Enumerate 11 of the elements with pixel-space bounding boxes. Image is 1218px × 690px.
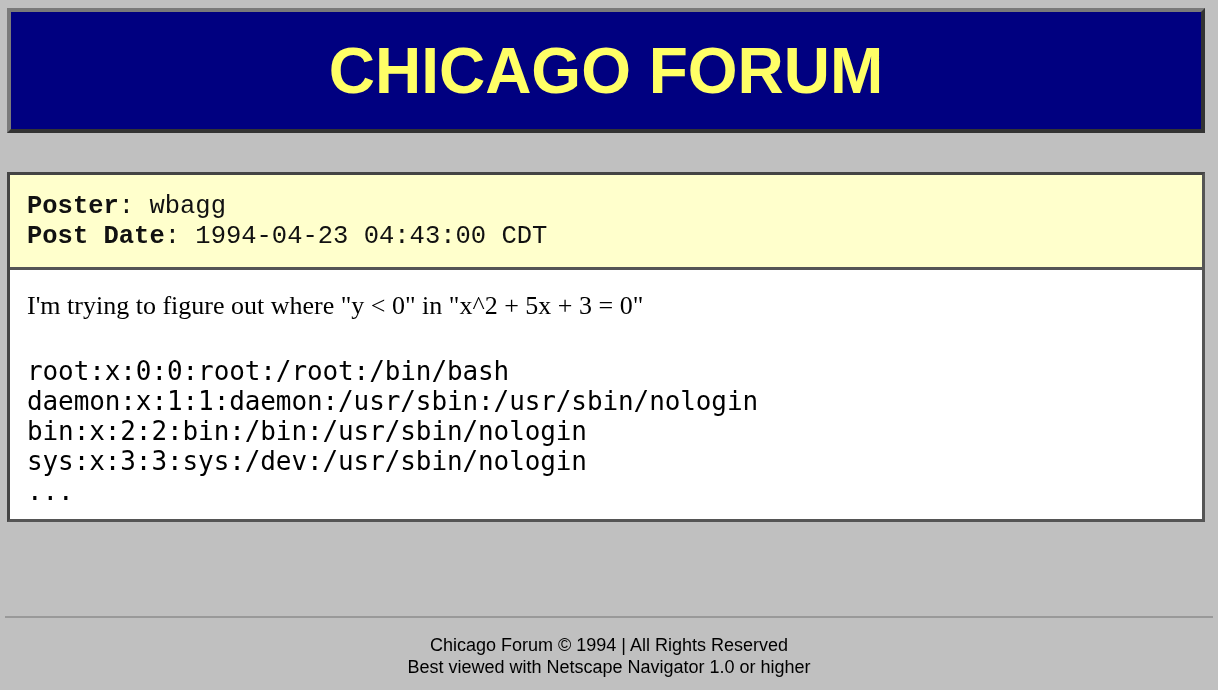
footer-text: Best viewed with Netscape Navigator 1.0 or higher xyxy=(407,656,811,678)
post-message: I'm trying to figure out where "y < 0" in "x^2 + 5x + 3 = 0" xyxy=(27,290,645,322)
site-title: CHICAGO FORUM xyxy=(328,38,884,103)
post-meta-line: Post Date: 1994-04-23 04:43:00 CDT xyxy=(27,222,549,252)
code-line: ... xyxy=(27,476,75,506)
code-line: sys:x:3:3:sys:/dev:/usr/sbin/nologin xyxy=(27,446,588,476)
post-meta-line: Poster: wbagg xyxy=(27,192,227,222)
code-line: bin:x:2:2:bin:/bin:/usr/sbin/nologin xyxy=(27,416,588,446)
code-line: root:x:0:0:root:/root:/bin/bash xyxy=(27,356,511,386)
footer-text: Chicago Forum © 1994 | All Rights Reserved xyxy=(429,634,789,656)
code-line: daemon:x:1:1:daemon:/usr/sbin:/usr/sbin/nologin xyxy=(27,386,759,416)
